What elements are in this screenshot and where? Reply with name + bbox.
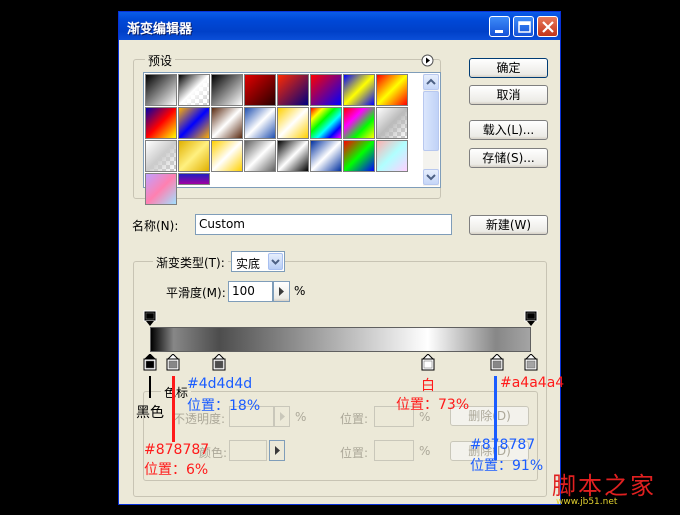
presets-list xyxy=(143,72,441,205)
triangle-right-icon xyxy=(279,287,284,296)
annotation-stop5-hex: #878787 xyxy=(470,437,536,453)
watermark-text: 脚本之家 xyxy=(552,472,656,500)
gradient-type-label: 渐变类型(T): xyxy=(153,254,228,271)
preset-swatch[interactable] xyxy=(178,74,210,106)
opacity-location-label: 位置: xyxy=(340,412,369,426)
preset-swatch[interactable] xyxy=(211,107,243,139)
color-stop[interactable] xyxy=(143,354,157,371)
preset-swatch[interactable] xyxy=(211,74,243,106)
opacity-stop-left[interactable] xyxy=(143,310,157,327)
smoothness-label: 平滑度(M): xyxy=(166,286,226,300)
preset-swatch[interactable] xyxy=(145,173,177,205)
watermark-url: www.jb51.net xyxy=(556,497,618,507)
annotation-line-black xyxy=(149,376,151,398)
color-stop[interactable] xyxy=(490,354,504,371)
annotation-stop1-pos: 位置：6% xyxy=(144,462,209,478)
preset-swatch[interactable] xyxy=(178,173,210,185)
save-button[interactable]: 存储(S)... xyxy=(469,148,548,168)
preset-swatch[interactable] xyxy=(376,140,408,172)
minimize-icon xyxy=(495,30,503,33)
title-bar[interactable]: 渐变编辑器 xyxy=(119,12,560,40)
preset-swatch[interactable] xyxy=(343,107,375,139)
preset-swatch[interactable] xyxy=(244,140,276,172)
scroll-thumb[interactable] xyxy=(423,91,439,151)
gradient-type-select[interactable]: 实底 xyxy=(231,251,285,272)
preset-swatch[interactable] xyxy=(277,107,309,139)
triangle-right-icon xyxy=(275,446,280,455)
name-input[interactable]: Custom xyxy=(195,214,452,235)
smoothness-unit: % xyxy=(294,284,306,298)
preset-swatch[interactable] xyxy=(376,74,408,106)
color-picker-button[interactable] xyxy=(269,440,285,461)
annotation-line-red xyxy=(172,376,175,442)
close-icon xyxy=(542,21,554,33)
color-swatch[interactable] xyxy=(229,440,267,461)
chevron-down-icon xyxy=(426,174,436,181)
annotation-stop1-hex: #878787 xyxy=(144,442,210,458)
presets-scrollbar[interactable] xyxy=(423,74,439,186)
smoothness-slider-button[interactable] xyxy=(273,281,290,302)
scroll-up-button[interactable] xyxy=(423,74,439,90)
chevron-down-icon xyxy=(271,259,280,265)
name-label: 名称(N): xyxy=(132,219,179,233)
preset-swatch[interactable] xyxy=(277,140,309,172)
preset-swatch[interactable] xyxy=(145,107,177,139)
preset-swatch[interactable] xyxy=(211,140,243,172)
presets-legend: 预设 xyxy=(145,52,176,69)
color-location-label: 位置: xyxy=(340,446,369,460)
preset-swatch[interactable] xyxy=(376,107,408,139)
preset-swatch[interactable] xyxy=(310,74,342,106)
presets-menu-icon[interactable] xyxy=(421,54,434,67)
scroll-down-button[interactable] xyxy=(423,169,439,185)
preset-swatch[interactable] xyxy=(310,140,342,172)
ok-button[interactable]: 确定 xyxy=(469,58,548,78)
gradient-type-dropdown[interactable] xyxy=(268,253,283,270)
close-button[interactable] xyxy=(537,16,558,37)
annotation-black-name: 黑色 xyxy=(136,405,164,421)
preset-swatch[interactable] xyxy=(277,74,309,106)
chevron-up-icon xyxy=(426,78,436,85)
gradient-type-value: 实底 xyxy=(236,257,261,271)
preset-swatch[interactable] xyxy=(178,107,210,139)
opacity-stop-right[interactable] xyxy=(524,310,538,327)
preset-swatch[interactable] xyxy=(343,140,375,172)
annotation-stop5-pos: 位置：91% xyxy=(470,458,544,474)
smoothness-input[interactable]: 100 xyxy=(228,281,273,302)
maximize-button[interactable] xyxy=(513,16,534,37)
opacity-unit: % xyxy=(295,410,307,424)
annotation-stop3-pos: 位置：73% xyxy=(396,397,470,413)
color-stop[interactable] xyxy=(212,354,226,371)
preset-swatch[interactable] xyxy=(310,107,342,139)
preset-swatch[interactable] xyxy=(178,140,210,172)
screenshot-stage: 渐变编辑器 预设 确定 取消 载入(L)... 存储(S)... 名称(N): … xyxy=(0,0,680,515)
preset-swatch[interactable] xyxy=(244,74,276,106)
triangle-right-icon xyxy=(280,412,285,421)
cancel-button[interactable]: 取消 xyxy=(469,85,548,105)
color-stop[interactable] xyxy=(166,354,180,371)
color-stop[interactable] xyxy=(421,354,435,371)
color-location-unit: % xyxy=(419,444,431,458)
load-button[interactable]: 载入(L)... xyxy=(469,120,548,140)
gradient-preview-bar[interactable] xyxy=(150,327,531,352)
color-location-input[interactable] xyxy=(374,440,414,461)
opacity-slider-button[interactable] xyxy=(274,406,290,427)
maximize-icon xyxy=(518,21,531,33)
preset-swatch[interactable] xyxy=(145,140,177,172)
new-button[interactable]: 新建(W) xyxy=(469,215,548,235)
preset-swatch[interactable] xyxy=(145,74,177,106)
preset-swatch[interactable] xyxy=(244,107,276,139)
annotation-stop6-hex: #a4a4a4 xyxy=(500,375,565,391)
preset-swatch[interactable] xyxy=(343,74,375,106)
color-stop[interactable] xyxy=(524,354,538,371)
preset-swatches xyxy=(145,74,409,205)
minimize-button[interactable] xyxy=(489,16,510,37)
window-title: 渐变编辑器 xyxy=(127,22,193,37)
annotation-stop2-hex: #4d4d4d xyxy=(187,376,253,392)
annotation-stop3-name: 白 xyxy=(421,378,435,394)
annotation-stop2-pos: 位置：18% xyxy=(187,398,261,414)
